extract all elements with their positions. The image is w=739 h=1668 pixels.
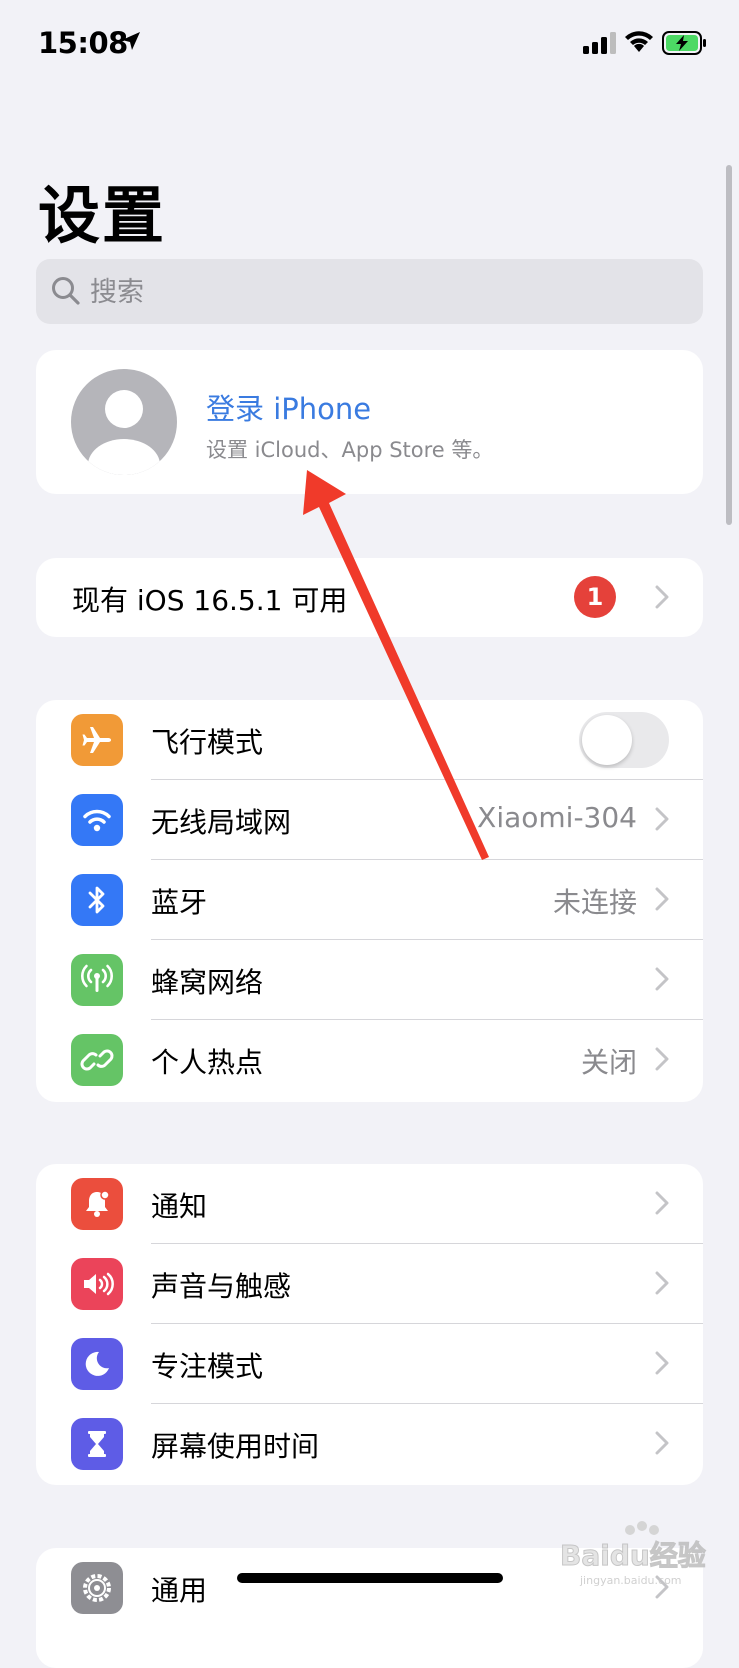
- row-label: 飞行模式: [151, 726, 264, 759]
- antenna-icon: [71, 954, 123, 1006]
- page-title: 设置: [38, 179, 167, 252]
- apple-id-sign-in-card[interactable]: 登录 iPhone 设置 iCloud、App Store 等。: [36, 350, 703, 494]
- update-count-badge: 1: [574, 576, 616, 618]
- row-value: Xiaomi-304: [477, 801, 637, 834]
- svg-text:jingyan.baidu.com: jingyan.baidu.com: [579, 1574, 682, 1587]
- airplane-mode-toggle[interactable]: [579, 712, 669, 768]
- avatar: [71, 369, 177, 475]
- settings-row-wifi[interactable]: 无线局域网 Xiaomi-304: [36, 780, 703, 860]
- airplane-icon: [71, 714, 123, 766]
- chevron-right-icon: [655, 1271, 669, 1299]
- chevron-right-icon: [655, 1191, 669, 1219]
- settings-row-screen-time[interactable]: 屏幕使用时间: [36, 1404, 703, 1484]
- status-time: 15:08: [38, 26, 128, 60]
- settings-row-sounds-haptics[interactable]: 声音与触感: [36, 1244, 703, 1324]
- cellular-signal-icon: [583, 32, 617, 58]
- home-indicator[interactable]: [237, 1573, 503, 1583]
- scroll-indicator[interactable]: [726, 165, 732, 525]
- row-label: 蓝牙: [151, 886, 208, 919]
- software-update-row[interactable]: 现有 iOS 16.5.1 可用 1: [36, 558, 703, 637]
- chevron-right-icon: [655, 887, 669, 915]
- row-label: 通用: [151, 1574, 208, 1607]
- wifi-icon: [71, 794, 123, 846]
- battery-icon: [662, 31, 708, 59]
- chevron-right-icon: [655, 807, 669, 835]
- row-label: 个人热点: [151, 1046, 264, 1079]
- notifications-group: 通知 声音与触感 专注模式 屏幕使用时间: [36, 1164, 703, 1485]
- status-bar: 15:08: [0, 0, 739, 90]
- chevron-right-icon: [655, 1351, 669, 1379]
- row-value: 关闭: [580, 1046, 637, 1079]
- row-label: 专注模式: [151, 1350, 264, 1383]
- wifi-status-icon: [624, 30, 654, 58]
- row-label: 蜂窝网络: [151, 966, 264, 999]
- sign-in-title[interactable]: 登录 iPhone: [206, 386, 371, 428]
- search-input[interactable]: [88, 269, 652, 315]
- hotspot-icon: [71, 1034, 123, 1086]
- chevron-right-icon: [655, 585, 669, 613]
- settings-row-personal-hotspot[interactable]: 个人热点 关闭: [36, 1020, 703, 1100]
- row-value: 未连接: [552, 886, 637, 919]
- settings-row-notifications[interactable]: 通知: [36, 1164, 703, 1244]
- settings-row-focus[interactable]: 专注模式: [36, 1324, 703, 1404]
- software-update-label: 现有 iOS 16.5.1 可用: [72, 584, 348, 617]
- settings-row-cellular[interactable]: 蜂窝网络: [36, 940, 703, 1020]
- chevron-right-icon: [655, 1047, 669, 1075]
- connectivity-group: 飞行模式 无线局域网 Xiaomi-304 蓝牙 未连接 蜂窝网络 个人热点 关…: [36, 700, 703, 1102]
- svg-text:Baidu经验: Baidu经验: [560, 1539, 706, 1572]
- sign-in-subtitle: 设置 iCloud、App Store 等。: [206, 438, 494, 462]
- row-label: 无线局域网: [151, 806, 292, 839]
- settings-row-airplane-mode[interactable]: 飞行模式: [36, 700, 703, 780]
- moon-icon: [71, 1338, 123, 1390]
- row-label: 屏幕使用时间: [151, 1430, 320, 1463]
- row-label: 声音与触感: [151, 1270, 292, 1303]
- bluetooth-icon: [71, 874, 123, 926]
- chevron-right-icon: [655, 967, 669, 995]
- gear-icon: [71, 1562, 123, 1614]
- location-arrow-icon: [120, 30, 142, 56]
- settings-row-bluetooth[interactable]: 蓝牙 未连接: [36, 860, 703, 940]
- hourglass-icon: [71, 1418, 123, 1470]
- search-icon: [50, 275, 82, 311]
- row-label: 通知: [151, 1190, 208, 1223]
- search-bar[interactable]: [36, 259, 703, 324]
- baidu-watermark-logo: Baidu经验 jingyan.baidu.com: [560, 1520, 720, 1594]
- bell-icon: [71, 1178, 123, 1230]
- toggle-knob: [582, 715, 632, 765]
- speaker-icon: [71, 1258, 123, 1310]
- chevron-right-icon: [655, 1431, 669, 1459]
